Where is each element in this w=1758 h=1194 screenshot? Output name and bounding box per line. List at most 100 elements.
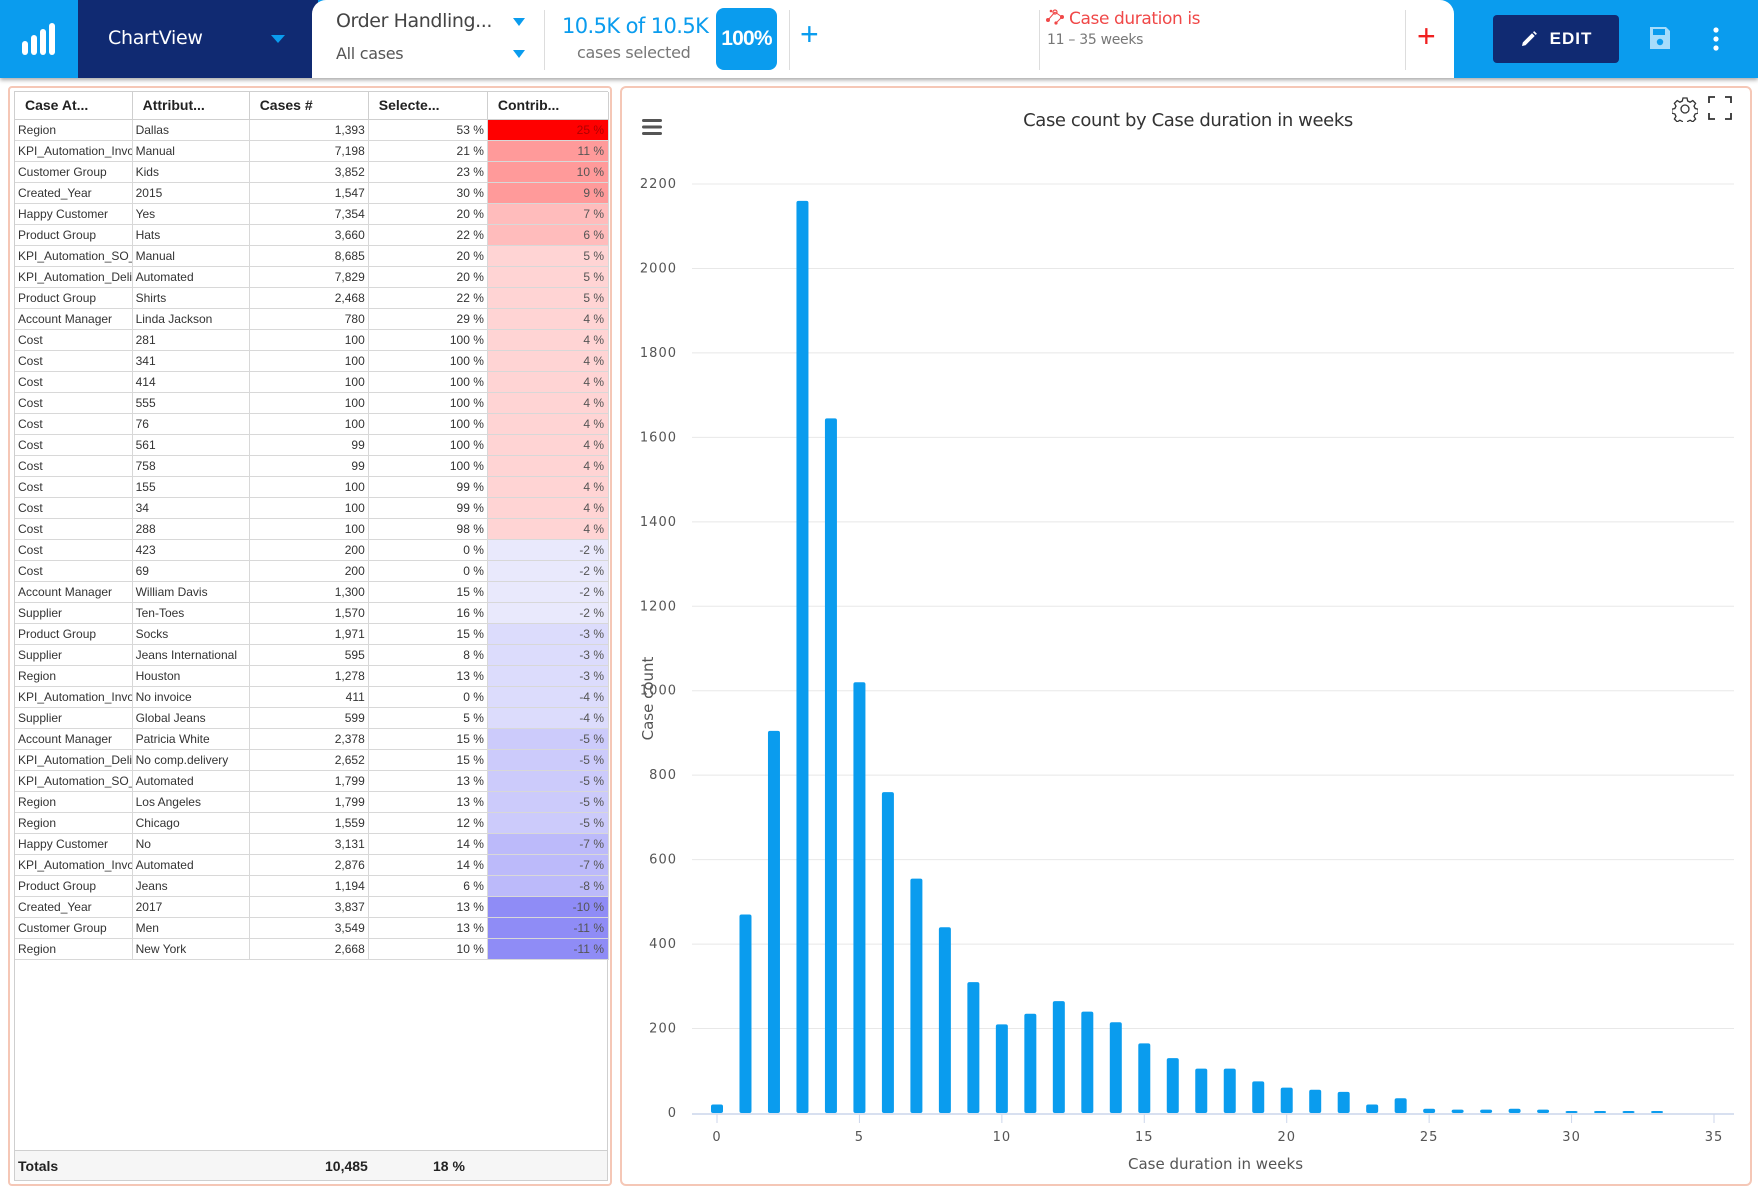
table-row[interactable]: KPI_Automation_Invo Automated 2,876 14 % -7 …	[15, 854, 610, 876]
table-row[interactable]: Region Chicago 1,559 12 % -5 %	[15, 812, 610, 834]
cell-contribution: -10 %	[487, 896, 610, 918]
cell-attribute-value: Linda Jackson	[132, 308, 250, 330]
cell-attribute-value: No invoice	[132, 686, 250, 708]
table-row[interactable]: Supplier Global Jeans 599 5 % -4 %	[15, 707, 610, 729]
table-row[interactable]: Region Houston 1,278 13 % -3 %	[15, 665, 610, 687]
x-tick-label: 15	[1135, 1130, 1154, 1145]
y-tick-label: 1200	[640, 599, 677, 614]
attribute-contribution-panel: Case At... Attribut... Cases # Selecte..…	[8, 86, 612, 1186]
table-row[interactable]: Account Manager Patricia White 2,378 15 % -5…	[15, 728, 610, 750]
cell-contribution: -11 %	[487, 938, 610, 960]
cell-case-attribute: Cost	[15, 350, 133, 372]
table-row[interactable]: Cost 758 99 100 % 4 %	[15, 455, 610, 477]
cell-case-attribute: Cost	[15, 392, 133, 414]
table-row[interactable]: Customer Group Men 3,549 13 % -11 %	[15, 917, 610, 939]
cell-contribution: 7 %	[487, 203, 610, 225]
edit-label: EDIT	[1549, 29, 1593, 48]
table-row[interactable]: Cost 76 100 100 % 4 %	[15, 413, 610, 435]
y-tick-label: 600	[649, 853, 677, 868]
cell-case-attribute: Region	[15, 812, 133, 834]
table-row[interactable]: Cost 555 100 100 % 4 %	[15, 392, 610, 414]
cell-attribute-value: Automated	[132, 854, 250, 876]
cell-selected: 13 %	[368, 770, 488, 792]
table-row[interactable]: KPI_Automation_Deliv Automated 7,829 20 % 5 …	[15, 266, 610, 288]
cell-cases: 1,547	[249, 182, 369, 204]
table-row[interactable]: Account Manager William Davis 1,300 15 % -2 …	[15, 581, 610, 603]
bar	[881, 792, 894, 1113]
table-row[interactable]: Cost 34 100 99 % 4 %	[15, 497, 610, 519]
case-filter-name[interactable]: All cases	[336, 44, 404, 63]
x-tick-label: 35	[1705, 1130, 1724, 1145]
table-row[interactable]: KPI_Automation_Invo Manual 7,198 21 % 11 %	[15, 140, 610, 162]
cell-cases: 100	[249, 518, 369, 540]
cell-cases: 7,354	[249, 203, 369, 225]
more-options-icon[interactable]	[1712, 26, 1720, 57]
chevron-down-icon[interactable]	[271, 35, 285, 43]
cell-selected: 100 %	[368, 371, 488, 393]
cell-cases: 3,131	[249, 833, 369, 855]
save-icon[interactable]	[1648, 25, 1672, 56]
cell-contribution: 25 %	[487, 119, 610, 141]
cell-contribution: -2 %	[487, 560, 610, 582]
table-row[interactable]: Supplier Jeans International 595 8 % -3 %	[15, 644, 610, 666]
table-row[interactable]: Region Dallas 1,393 53 % 25 %	[15, 119, 610, 141]
bar	[1565, 1111, 1578, 1113]
add-filter-button[interactable]: +	[800, 18, 819, 50]
column-header-attribute-value[interactable]: Attribut...	[132, 92, 250, 120]
column-header-cases[interactable]: Cases #	[249, 92, 369, 120]
table-row[interactable]: KPI_Automation_Invo No invoice 411 0 % -4 %	[15, 686, 610, 708]
bar	[967, 982, 980, 1113]
table-row[interactable]: Cost 281 100 100 % 4 %	[15, 329, 610, 351]
table-row[interactable]: Cost 423 200 0 % -2 %	[15, 539, 610, 561]
chevron-down-icon[interactable]	[513, 18, 525, 26]
table-row[interactable]: Cost 341 100 100 % 4 %	[15, 350, 610, 372]
table-row[interactable]: KPI_Automation_SO_(Automated 1,799 13 % -5 …	[15, 770, 610, 792]
table-row[interactable]: KPI_Automation_SO_(Manual 8,685 20 % 5 %	[15, 245, 610, 267]
table-row[interactable]: Product Group Socks 1,971 15 % -3 %	[15, 623, 610, 645]
table-header-row: Case At... Attribut... Cases # Selecte..…	[15, 92, 610, 120]
bar	[1024, 1013, 1037, 1113]
column-header-selected[interactable]: Selecte...	[368, 92, 488, 120]
table-row[interactable]: Happy Customer Yes 7,354 20 % 7 %	[15, 203, 610, 225]
table-row[interactable]: Product Group Jeans 1,194 6 % -8 %	[15, 875, 610, 897]
process-name[interactable]: Order Handling...	[336, 10, 492, 32]
cell-case-attribute: Account Manager	[15, 308, 133, 330]
table-row[interactable]: Cost 414 100 100 % 4 %	[15, 371, 610, 393]
table-row[interactable]: Region New York 2,668 10 % -11 %	[15, 938, 610, 960]
table-row[interactable]: Cost 288 100 98 % 4 %	[15, 518, 610, 540]
column-header-contribution[interactable]: Contrib...	[487, 92, 610, 120]
table-row[interactable]: Product Group Shirts 2,468 22 % 5 %	[15, 287, 610, 309]
app-switcher[interactable]: ChartView	[78, 0, 318, 78]
table-row[interactable]: Supplier Ten-Toes 1,570 16 % -2 %	[15, 602, 610, 624]
cell-selected: 21 %	[368, 140, 488, 162]
table-row[interactable]: KPI_Automation_Deliv No comp.delivery 2,65…	[15, 749, 610, 771]
table-row[interactable]: Created_Year 2017 3,837 13 % -10 %	[15, 896, 610, 918]
app-logo[interactable]	[0, 0, 78, 78]
filter-chip-case-duration[interactable]: Case duration is 11 – 35 weeks	[1045, 6, 1385, 70]
edit-button[interactable]: EDIT	[1493, 15, 1619, 63]
cell-case-attribute: Supplier	[15, 707, 133, 729]
add-condition-button[interactable]: +	[1417, 20, 1436, 52]
cell-cases: 1,300	[249, 581, 369, 603]
column-header-case-attribute[interactable]: Case At...	[15, 92, 133, 120]
table-row[interactable]: Cost 69 200 0 % -2 %	[15, 560, 610, 582]
cell-selected: 16 %	[368, 602, 488, 624]
process-selector[interactable]: Order Handling... All cases	[336, 10, 525, 68]
table-row[interactable]: Product Group Hats 3,660 22 % 6 %	[15, 224, 610, 246]
table-row[interactable]: Happy Customer No 3,131 14 % -7 %	[15, 833, 610, 855]
table-row[interactable]: Cost 561 99 100 % 4 %	[15, 434, 610, 456]
chevron-down-icon[interactable]	[513, 50, 525, 58]
cell-contribution: 6 %	[487, 224, 610, 246]
cell-cases: 100	[249, 371, 369, 393]
bar	[1052, 1001, 1065, 1113]
cell-attribute-value: 758	[132, 455, 250, 477]
cell-attribute-value: 423	[132, 539, 250, 561]
table-row[interactable]: Created_Year 2015 1,547 30 % 9 %	[15, 182, 610, 204]
table-row[interactable]: Cost 155 100 99 % 4 %	[15, 476, 610, 498]
cell-cases: 780	[249, 308, 369, 330]
bar	[1109, 1022, 1122, 1113]
cell-selected: 14 %	[368, 854, 488, 876]
table-row[interactable]: Account Manager Linda Jackson 780 29 % 4 %	[15, 308, 610, 330]
table-row[interactable]: Customer Group Kids 3,852 23 % 10 %	[15, 161, 610, 183]
table-row[interactable]: Region Los Angeles 1,799 13 % -5 %	[15, 791, 610, 813]
